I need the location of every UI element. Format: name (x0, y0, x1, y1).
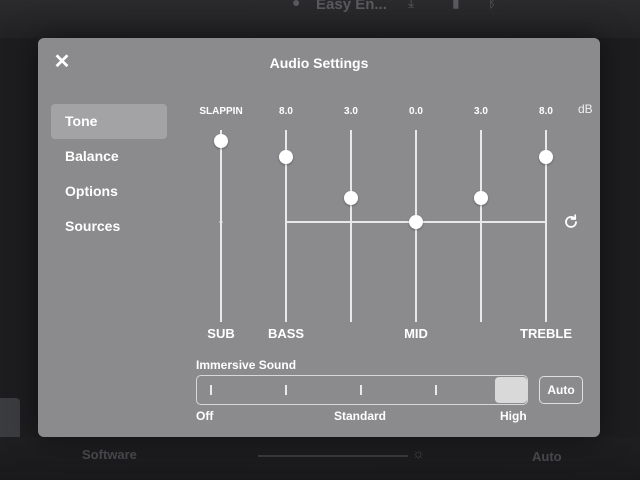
slider-mark (285, 385, 287, 395)
background-brightness-bar (258, 455, 408, 457)
high-mid-track[interactable] (480, 130, 482, 322)
immersive-sound-title: Immersive Sound (196, 358, 297, 372)
immersive-sound-thumb[interactable] (495, 377, 527, 403)
low-mid-knob[interactable] (344, 190, 358, 205)
sub-value: SLAPPIN (199, 106, 243, 117)
unit-label: dB (578, 102, 593, 116)
sub-knob[interactable] (214, 133, 228, 148)
download-icon: ⤓ (408, 0, 415, 10)
slider-mark (210, 385, 212, 395)
slider-mark (360, 385, 362, 395)
high-mid-knob[interactable] (474, 190, 488, 205)
immersive-sound-slider[interactable] (196, 375, 528, 405)
sub-track[interactable] (220, 130, 222, 322)
bass-value: 8.0 (279, 106, 293, 117)
mid-value: 0.0 (409, 106, 423, 117)
label-standard: Standard (334, 409, 387, 423)
mid-label: MID (404, 326, 428, 341)
treble-value: 8.0 (539, 106, 553, 117)
low-mid-value: 3.0 (344, 106, 358, 117)
person-icon: ● (292, 0, 301, 10)
reset-icon[interactable] (561, 212, 581, 232)
sub-center-tick (219, 220, 223, 224)
low-mid-track[interactable] (350, 130, 352, 322)
background-top-bar: ● Easy En... ⤓ ▮ ᛒ (0, 0, 640, 38)
background-bottom-bar: Software ☼ Auto (0, 437, 640, 480)
treble-label: TREBLE (520, 326, 572, 341)
label-high: High (500, 409, 527, 423)
slider-mark (435, 385, 437, 395)
bluetooth-icon: ᛒ (488, 0, 497, 10)
label-off: Off (196, 409, 214, 423)
audio-settings-dialog: ✕ Audio Settings Tone Balance Options So… (38, 38, 600, 437)
auto-button[interactable]: Auto (539, 376, 583, 404)
treble-knob[interactable] (539, 150, 553, 164)
high-mid-value: 3.0 (474, 106, 488, 117)
equalizer: dB SLAPPIN 8.0 3.0 0.0 3.0 8.0 SUB BASS … (38, 38, 600, 358)
mid-knob[interactable] (409, 215, 423, 229)
bass-label: BASS (267, 326, 305, 341)
sun-icon: ☼ (412, 445, 425, 461)
bell-icon: ▮ (452, 0, 460, 10)
background-auto-label: Auto (532, 449, 562, 464)
sub-label: SUB (207, 326, 235, 341)
bass-knob[interactable] (279, 150, 293, 164)
background-title: Easy En... (316, 0, 387, 13)
background-software-label: Software (82, 447, 137, 462)
